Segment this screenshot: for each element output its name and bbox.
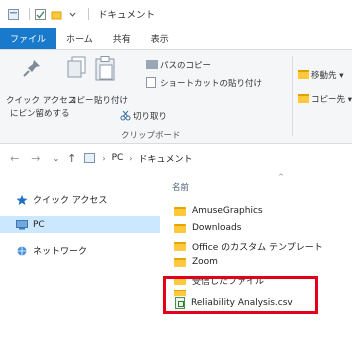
file-name: Office のカスタム テンプレート xyxy=(192,243,323,253)
tab-share[interactable]: 共有 xyxy=(103,28,141,49)
location-icon xyxy=(84,153,96,163)
recent-locations-chevron-icon[interactable]: ⌄ xyxy=(52,154,59,163)
move-to-button[interactable]: 移動先 ▾ xyxy=(311,69,343,81)
address-bar: ← → ⌄ ↑ › PC › ドキュメント xyxy=(0,145,352,171)
chevron-down-icon[interactable] xyxy=(67,9,78,20)
pc-icon xyxy=(16,219,28,230)
pin-to-quick-access-label-1[interactable]: クイック アクセス xyxy=(6,94,76,106)
breadcrumb-chevron-icon[interactable]: › xyxy=(102,154,105,163)
paste-shortcut-button[interactable]: ショートカットの貼り付け xyxy=(160,77,262,89)
clipboard-group-label: クリップボード xyxy=(121,131,181,141)
nav-item-label: ネットワーク xyxy=(33,247,88,257)
nav-item-network[interactable]: ネットワーク xyxy=(16,244,87,257)
window-title: ドキュメント xyxy=(98,10,156,21)
new-folder-icon[interactable] xyxy=(51,9,62,20)
paste-button[interactable]: 貼り付け xyxy=(94,94,128,106)
copy-path-icon[interactable] xyxy=(146,60,158,69)
properties-icon[interactable] xyxy=(35,8,46,20)
copy-path-button[interactable]: パスのコピー xyxy=(160,59,211,71)
folder-icon xyxy=(174,257,186,267)
copy-to-button[interactable]: コピー先 ▾ xyxy=(311,93,352,105)
pin-to-quick-access-label-2[interactable]: にピン留めする xyxy=(10,107,70,119)
list-item[interactable]: Downloads xyxy=(174,223,241,233)
nav-item-label: クイック アクセス xyxy=(33,196,108,206)
file-list: ^ 名前 AmuseGraphics Downloads Office のカスタ… xyxy=(160,171,352,364)
file-name: AmuseGraphics xyxy=(192,206,263,216)
explorer-window-icon xyxy=(8,8,19,20)
breadcrumb-documents[interactable]: ドキュメント xyxy=(138,152,192,165)
separator xyxy=(88,8,89,20)
folder-icon xyxy=(174,206,186,216)
navigation-pane: クイック アクセス PC ネットワーク xyxy=(0,171,160,364)
title-bar: ドキュメント xyxy=(0,0,352,28)
nav-item-label: PC xyxy=(33,219,45,230)
tab-view[interactable]: 表示 xyxy=(141,28,179,49)
nav-item-pc[interactable]: PC xyxy=(0,216,160,233)
highlight-box xyxy=(163,276,318,314)
copy-to-label: コピー先 xyxy=(311,95,346,105)
copy-button[interactable]: コピー xyxy=(68,94,94,106)
list-item[interactable]: Office のカスタム テンプレート xyxy=(174,240,323,253)
scissors-icon[interactable] xyxy=(120,110,131,124)
ribbon-tabs: ファイル ホーム 共有 表示 xyxy=(0,28,352,49)
file-name: Downloads xyxy=(192,223,242,233)
star-icon xyxy=(16,194,28,205)
folder-icon xyxy=(174,223,186,233)
separator xyxy=(29,8,30,20)
forward-arrow-icon[interactable]: → xyxy=(31,152,40,165)
group-separator xyxy=(292,56,293,136)
move-to-label: 移動先 xyxy=(311,71,337,81)
list-item[interactable]: Zoom xyxy=(174,257,218,267)
breadcrumb-chevron-icon[interactable]: › xyxy=(129,154,132,163)
sort-caret-icon[interactable]: ^ xyxy=(278,173,284,181)
copy-icon[interactable] xyxy=(66,56,88,83)
up-arrow-icon[interactable]: ↑ xyxy=(67,152,76,165)
folder-icon xyxy=(174,242,186,251)
list-item[interactable]: AmuseGraphics xyxy=(174,206,263,216)
move-to-icon[interactable] xyxy=(298,70,309,79)
file-name: Zoom xyxy=(192,257,218,267)
paste-icon[interactable] xyxy=(94,56,116,85)
tab-file[interactable]: ファイル xyxy=(0,28,57,49)
pin-icon[interactable] xyxy=(22,58,42,81)
tab-home[interactable]: ホーム xyxy=(56,28,103,49)
back-arrow-icon[interactable]: ← xyxy=(10,152,19,165)
column-header-name[interactable]: 名前 xyxy=(172,181,189,193)
copy-to-icon[interactable] xyxy=(298,94,309,103)
ribbon: クイック アクセス にピン留めする コピー 貼り付け パスのコピー ショートカッ… xyxy=(0,49,352,144)
cut-button[interactable]: 切り取り xyxy=(133,110,167,122)
paste-shortcut-icon[interactable] xyxy=(146,77,156,88)
network-icon xyxy=(16,246,28,256)
nav-item-quick-access[interactable]: クイック アクセス xyxy=(16,193,107,206)
breadcrumb-pc[interactable]: PC xyxy=(112,153,124,163)
